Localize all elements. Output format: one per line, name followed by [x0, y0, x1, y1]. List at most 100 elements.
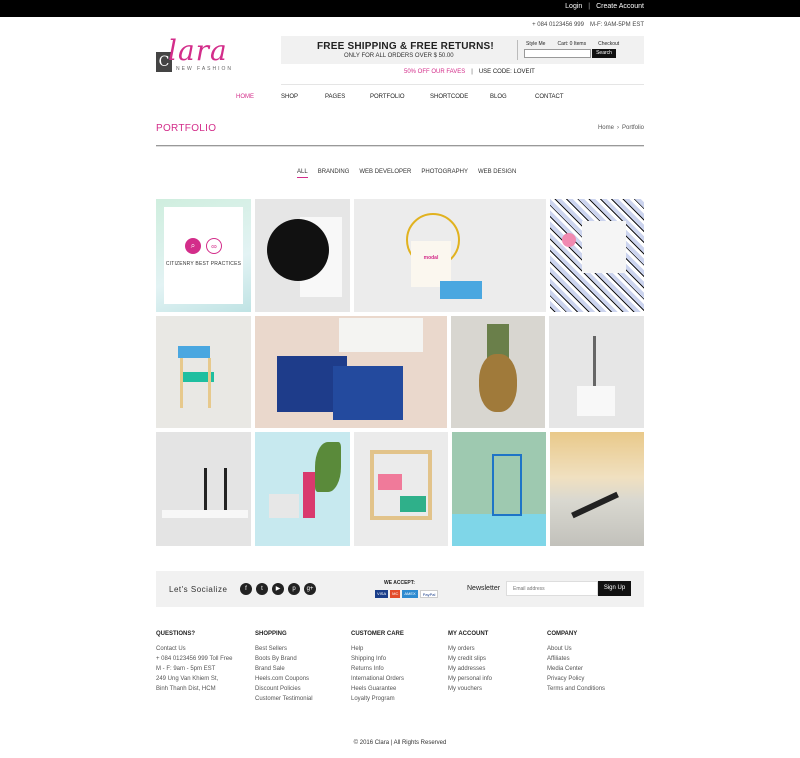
pinterest-icon[interactable]: p: [288, 583, 300, 595]
portfolio-item-featured[interactable]: ⌕ ∞ CITIZENRY BEST PRACTICES: [156, 199, 251, 312]
portfolio-caption: CITIZENRY BEST PRACTICES: [165, 261, 242, 267]
link-icon[interactable]: ∞: [206, 238, 222, 254]
page-title: PORTFOLIO: [156, 123, 217, 134]
card-shape: [400, 496, 426, 512]
footer-col-questions: QUESTIONS? Contact Us + 084 0123456 999 …: [156, 631, 232, 694]
logo-tagline: NEW FASHION: [176, 66, 234, 72]
filter-all[interactable]: ALL: [297, 169, 308, 178]
seat-shape: [178, 346, 210, 358]
footer-link[interactable]: About Us: [547, 644, 605, 654]
footer-link[interactable]: Terms and Conditions: [547, 684, 605, 694]
footer-link[interactable]: Heels Guarantee: [351, 684, 404, 694]
portfolio-item-vinyl[interactable]: [255, 199, 350, 312]
footer-link[interactable]: Privacy Policy: [547, 674, 605, 684]
footer-link[interactable]: Heels.com Coupons: [255, 674, 313, 684]
footer-link[interactable]: Customer Testimonial: [255, 694, 313, 704]
portfolio-item-pool[interactable]: [452, 432, 546, 546]
road-shape: [571, 491, 619, 519]
site-logo[interactable]: C lara NEW FASHION: [156, 34, 256, 76]
nav-portfolio[interactable]: PORTFOLIO: [370, 94, 430, 100]
copyright: © 2016 Clara | All Rights Reserved: [353, 740, 447, 746]
footer-col-title: SHOPPING: [255, 631, 287, 637]
vinyl-record-shape: [267, 219, 329, 281]
footer-link[interactable]: International Orders: [351, 674, 404, 684]
search-input[interactable]: [524, 49, 591, 58]
nav-blog[interactable]: BLOG: [490, 94, 535, 100]
logo-wordmark: lara: [168, 34, 228, 67]
breadcrumb-home[interactable]: Home: [598, 125, 614, 131]
youtube-icon[interactable]: ▶: [272, 583, 284, 595]
footer-link[interactable]: Contact Us: [156, 644, 232, 654]
filter-web-design[interactable]: WEB DESIGN: [478, 169, 516, 178]
social-band: Let's Socialize f t ▶ p g+ WE ACCEPT: VI…: [156, 571, 644, 607]
checkout-link[interactable]: Checkout: [598, 41, 619, 47]
footer-link[interactable]: My credit slips: [448, 654, 492, 664]
portfolio-item-stationery[interactable]: [156, 432, 251, 546]
portfolio-grid: ⌕ ∞ CITIZENRY BEST PRACTICES modal: [156, 199, 644, 546]
twitter-icon[interactable]: t: [256, 583, 268, 595]
portfolio-item-wine[interactable]: [255, 432, 350, 546]
footer-link[interactable]: My addresses: [448, 664, 492, 674]
footer-text: M - F: 9am - 5pm EST: [156, 666, 216, 672]
filter-photography[interactable]: PHOTOGRAPHY: [421, 169, 468, 178]
leaf-shape: [315, 442, 341, 492]
offer-text[interactable]: 50% OFF OUR FAVES: [404, 69, 465, 75]
phone-number: + 084 0123456 999: [532, 22, 584, 28]
footer-link[interactable]: Brand Sale: [255, 664, 313, 674]
footer-link[interactable]: Best Sellers: [255, 644, 313, 654]
search-button[interactable]: Search: [592, 49, 616, 58]
divider: [517, 40, 518, 60]
login-link[interactable]: Login: [565, 3, 582, 10]
hover-overlay: [164, 207, 243, 304]
footer-link[interactable]: Media Center: [547, 664, 605, 674]
amex-card-icon: AMEX: [402, 590, 418, 598]
footer-link[interactable]: My vouchers: [448, 684, 492, 694]
filter-web-developer[interactable]: WEB DEVELOPER: [359, 169, 411, 178]
sign-up-button[interactable]: Sign Up: [598, 581, 631, 596]
promo-banner: FREE SHIPPING & FREE RETURNS! ONLY FOR A…: [281, 36, 644, 64]
nav-contact[interactable]: CONTACT: [535, 94, 564, 100]
blue-tape-shape: [440, 281, 482, 299]
footer-link[interactable]: My orders: [448, 644, 492, 654]
footer-text: + 084 0123456 999 Toll Free: [156, 656, 233, 662]
footer-link[interactable]: Loyalty Program: [351, 694, 404, 704]
nav-shop[interactable]: SHOP: [281, 94, 325, 100]
portfolio-item-landscape[interactable]: [550, 432, 644, 546]
portfolio-item-tote-bag[interactable]: modal: [354, 199, 546, 312]
divider: [156, 145, 644, 147]
footer-col-my-account: MY ACCOUNT My orders My credit slips My …: [448, 631, 492, 694]
portfolio-item-pineapple[interactable]: [451, 316, 545, 428]
filter-branding[interactable]: BRANDING: [318, 169, 350, 178]
footer-col-title: QUESTIONS?: [156, 631, 196, 637]
style-me-link[interactable]: Style Me: [526, 41, 545, 47]
nav-home[interactable]: HOME: [236, 94, 281, 100]
portfolio-item-frame[interactable]: [354, 432, 448, 546]
social-icons: f t ▶ p g+: [240, 583, 316, 595]
footer-link[interactable]: Returns Info: [351, 664, 404, 674]
footer-link[interactable]: Help: [351, 644, 404, 654]
portfolio-item-scissors[interactable]: [549, 316, 644, 428]
breadcrumb-current: Portfolio: [621, 125, 644, 131]
facebook-icon[interactable]: f: [240, 583, 252, 595]
nav-shortcode[interactable]: SHORTCODE: [430, 94, 490, 100]
portfolio-item-stool[interactable]: [156, 316, 251, 428]
footer-link[interactable]: Affiliates: [547, 654, 605, 664]
footer-link[interactable]: Discount Policies: [255, 684, 313, 694]
pineapple-body-shape: [479, 354, 517, 412]
separator: |: [588, 3, 591, 10]
footer-link[interactable]: My personal info: [448, 674, 492, 684]
footer-col-title: CUSTOMER CARE: [351, 631, 404, 637]
portfolio-item-brochure[interactable]: [255, 316, 447, 428]
pen-shape: [204, 468, 207, 510]
newsletter-email-input[interactable]: [506, 581, 598, 596]
portfolio-item-collage[interactable]: [550, 199, 644, 312]
cart-link[interactable]: Cart: 0 Items: [557, 41, 586, 47]
footer-link[interactable]: Shipping Info: [351, 654, 404, 664]
create-account-link[interactable]: Create Account: [596, 3, 644, 10]
nav-pages[interactable]: PAGES: [325, 94, 370, 100]
business-hours: M-F: 9AM-5PM EST: [589, 22, 644, 28]
footer-link[interactable]: Boots By Brand: [255, 654, 313, 664]
scissors-shape: [593, 336, 596, 386]
search-icon[interactable]: ⌕: [185, 238, 201, 254]
google-plus-icon[interactable]: g+: [304, 583, 316, 595]
